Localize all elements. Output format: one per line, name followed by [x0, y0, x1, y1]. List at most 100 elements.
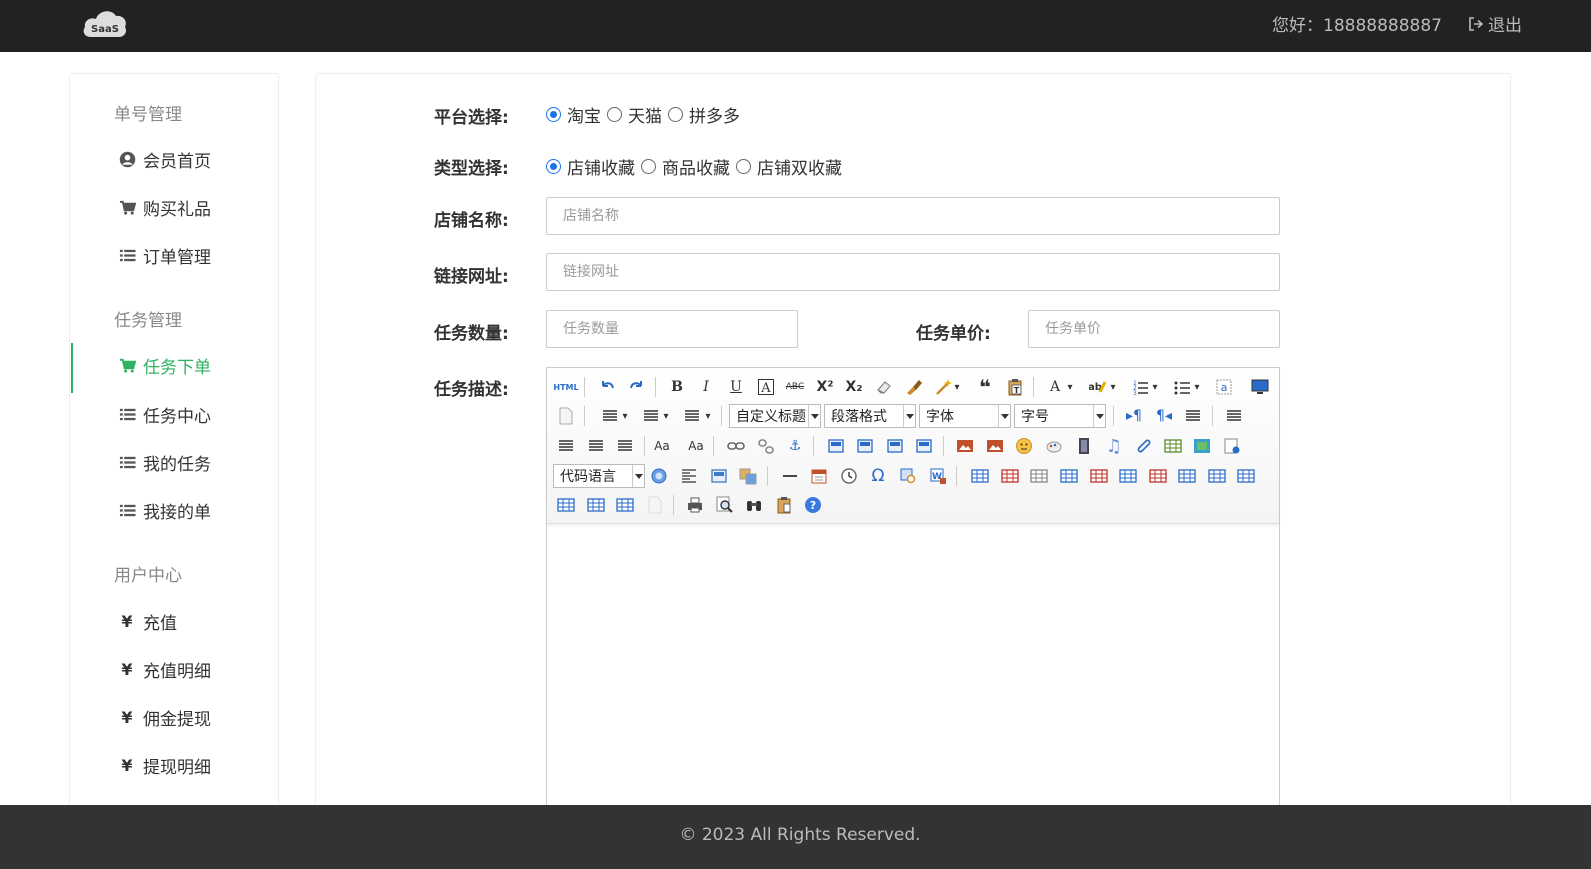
italic-icon[interactable]: I [695, 376, 717, 398]
lowercase-icon[interactable]: Aa [685, 435, 707, 457]
sidebar-item[interactable]: ¥ 提现明细 [118, 753, 211, 778]
time-icon[interactable] [838, 465, 860, 487]
subscript-icon[interactable]: X₂ [843, 376, 865, 398]
editor-content-area[interactable] [547, 524, 1279, 812]
anchor-icon[interactable]: ⚓ [784, 435, 806, 457]
sidebar-item[interactable]: 我的任务 [118, 450, 211, 475]
radio-button[interactable] [607, 107, 622, 122]
sidebar-item[interactable]: 购买礼品 [118, 195, 211, 220]
sidebar-item[interactable]: ¥ 充值 [118, 609, 177, 634]
attachment-icon[interactable] [1132, 435, 1154, 457]
align-center-icon[interactable] [555, 435, 577, 457]
dropdown-arrow-icon[interactable]: ▾ [1186, 376, 1208, 398]
insert-paragraph-before-table-icon[interactable] [1028, 465, 1050, 487]
sidebar-item[interactable]: 任务中心 [118, 402, 211, 427]
align-left-icon[interactable] [1223, 405, 1245, 427]
dropdown-arrow-icon[interactable]: ▾ [614, 405, 636, 427]
image-left-icon[interactable] [854, 435, 876, 457]
merge-down-icon[interactable] [1235, 465, 1257, 487]
preview-icon[interactable] [714, 494, 736, 516]
horizontal-rule-icon[interactable] [779, 465, 801, 487]
radio-button[interactable] [546, 107, 561, 122]
delete-table-icon[interactable] [999, 465, 1021, 487]
dropdown-arrow-icon[interactable]: ▾ [1059, 376, 1081, 398]
align-right-icon[interactable] [585, 435, 607, 457]
split-to-cols-icon[interactable] [614, 494, 636, 516]
task-price-input[interactable] [1028, 310, 1280, 348]
search-replace-icon[interactable] [897, 465, 919, 487]
underline-icon[interactable]: U [725, 376, 747, 398]
google-map-icon[interactable] [1191, 435, 1213, 457]
strikethrough-icon[interactable]: ABC [784, 376, 806, 398]
dropdown-arrow-icon[interactable]: ▾ [1144, 376, 1166, 398]
shop-name-input[interactable] [546, 197, 1280, 235]
logout-button[interactable]: 退出 [1468, 11, 1522, 36]
undo-icon[interactable] [596, 376, 618, 398]
blockquote-icon[interactable]: ❝ [974, 375, 996, 399]
help-icon[interactable]: ? [802, 494, 824, 516]
split-to-cells-icon[interactable] [555, 494, 577, 516]
font-size-select[interactable]: 字号 [1014, 404, 1106, 428]
search-binoculars-icon[interactable] [743, 494, 765, 516]
superscript-icon[interactable]: X² [814, 376, 836, 398]
simple-upload-icon[interactable] [954, 435, 976, 457]
background-icon[interactable] [708, 465, 730, 487]
delete-col-icon[interactable] [1147, 465, 1169, 487]
bold-icon[interactable]: B [666, 376, 688, 398]
paste-plain-icon[interactable]: T [1004, 376, 1026, 398]
rtl-direction-icon[interactable]: ¶◂ [1153, 405, 1175, 427]
radio-shop-double-favorite[interactable]: 店铺双收藏 [736, 154, 842, 179]
emotion-icon[interactable] [1013, 435, 1035, 457]
merge-right-icon[interactable] [1206, 465, 1228, 487]
dropdown-arrow-icon[interactable]: ▾ [655, 405, 677, 427]
dropdown-arrow-icon[interactable]: ▾ [697, 405, 719, 427]
radio-product-favorite[interactable]: 商品收藏 [641, 154, 730, 179]
radio-button[interactable] [641, 159, 656, 174]
link-icon[interactable] [725, 435, 747, 457]
radio-pinduoduo[interactable]: 拼多多 [668, 102, 740, 127]
sidebar-item[interactable]: 我接的单 [118, 498, 211, 523]
saas-logo[interactable]: SaaS [81, 5, 129, 41]
date-icon[interactable] [808, 465, 830, 487]
merge-cells-icon[interactable] [1176, 465, 1198, 487]
sidebar-item[interactable]: 会员首页 [118, 147, 211, 172]
page-break-icon[interactable] [648, 465, 670, 487]
wordimage-icon[interactable] [737, 465, 759, 487]
sidebar-item[interactable]: ¥ 佣金提现 [118, 705, 211, 730]
drafts-icon[interactable] [773, 494, 795, 516]
split-to-rows-icon[interactable] [585, 494, 607, 516]
dropdown-arrow-icon[interactable]: ▾ [1102, 376, 1124, 398]
radio-tmall[interactable]: 天猫 [607, 102, 662, 127]
image-center-icon[interactable] [913, 435, 935, 457]
eraser-icon[interactable] [873, 376, 895, 398]
link-url-input[interactable] [546, 253, 1280, 291]
radio-button[interactable] [546, 159, 561, 174]
music-icon[interactable]: ♫ [1103, 435, 1125, 457]
redo-icon[interactable] [626, 376, 648, 398]
paragraph-format-select[interactable]: 段落格式 [824, 404, 916, 428]
charts-icon[interactable] [644, 494, 666, 516]
format-brush-icon[interactable] [903, 376, 925, 398]
image-right-icon[interactable] [884, 435, 906, 457]
uppercase-icon[interactable]: Aa [651, 435, 673, 457]
insert-col-icon[interactable] [1117, 465, 1139, 487]
radio-taobao[interactable]: 淘宝 [546, 102, 601, 127]
dropdown-arrow-icon[interactable]: ▾ [946, 376, 968, 398]
new-document-icon[interactable] [555, 405, 577, 427]
print-icon[interactable] [684, 494, 706, 516]
custom-title-select[interactable]: 自定义标题 [729, 404, 821, 428]
insert-frame-icon[interactable] [1221, 435, 1243, 457]
radio-shop-favorite[interactable]: 店铺收藏 [546, 154, 635, 179]
fullscreen-icon[interactable] [1249, 376, 1271, 398]
scrawl-icon[interactable] [1043, 435, 1065, 457]
ltr-direction-icon[interactable]: ▸¶ [1123, 405, 1145, 427]
unlink-icon[interactable] [755, 435, 777, 457]
insert-table-icon[interactable] [969, 465, 991, 487]
font-border-icon[interactable]: A [755, 376, 777, 398]
template-icon[interactable] [678, 465, 700, 487]
map-icon[interactable] [1162, 435, 1184, 457]
delete-row-icon[interactable] [1088, 465, 1110, 487]
sidebar-item[interactable]: 订单管理 [118, 243, 211, 268]
code-language-select[interactable]: 代码语言 [553, 464, 645, 488]
word-import-icon[interactable]: W [927, 465, 949, 487]
